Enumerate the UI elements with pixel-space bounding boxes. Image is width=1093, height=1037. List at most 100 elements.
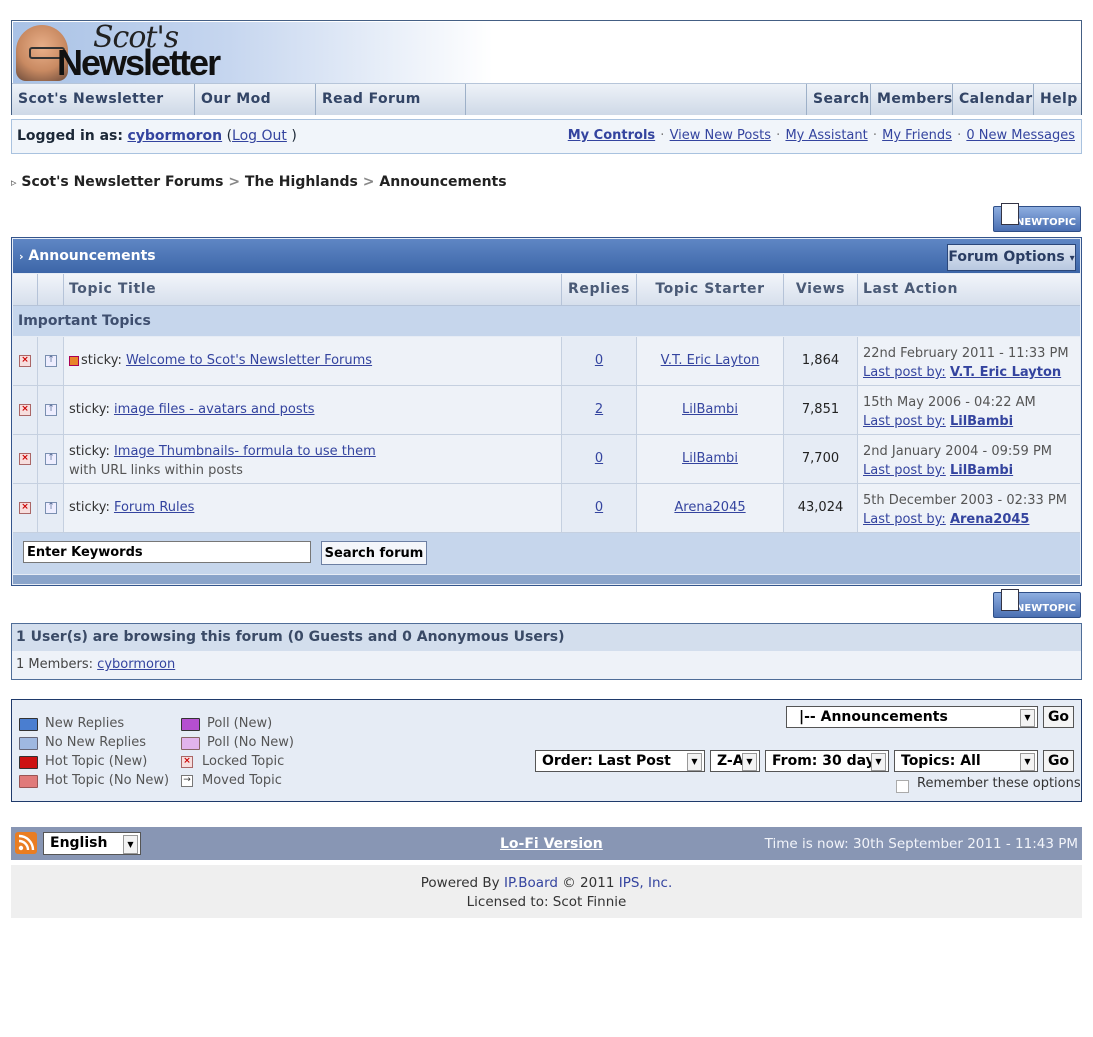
- my-friends-link[interactable]: My Friends: [882, 128, 952, 143]
- member-link[interactable]: cybormoron: [97, 657, 175, 672]
- language-select[interactable]: English ▼: [43, 832, 141, 855]
- order-select[interactable]: Order: Last Post ▼: [535, 750, 705, 772]
- folder-hot-new-icon: [19, 756, 38, 769]
- replies-link[interactable]: 0: [595, 451, 603, 466]
- topics-filter-select[interactable]: Topics: All ▼: [894, 750, 1038, 772]
- language-value: English: [50, 835, 108, 851]
- replies-link[interactable]: 0: [595, 353, 603, 368]
- keyword-search-input[interactable]: [23, 541, 311, 563]
- last-post-link[interactable]: Last post by:: [863, 512, 946, 527]
- nav-help[interactable]: Help: [1034, 84, 1081, 115]
- breadcrumb-item-announcements[interactable]: Announcements: [379, 174, 506, 190]
- last-post-link[interactable]: Last post by:: [863, 463, 946, 478]
- new-messages-link[interactable]: 0 New Messages: [966, 128, 1075, 143]
- nav-calendar[interactable]: Calendar: [953, 84, 1034, 115]
- col-last-action[interactable]: Last Action: [857, 274, 1080, 305]
- from-select[interactable]: From: 30 days ▼: [765, 750, 889, 772]
- topic-title-link[interactable]: Welcome to Scot's Newsletter Forums: [126, 353, 372, 368]
- locked-topic-icon: ×: [19, 355, 31, 367]
- new-topic-label: NEWTOPIC: [1016, 603, 1076, 614]
- pin-icon[interactable]: ↑: [45, 502, 57, 514]
- column-headers: Topic Title Replies Topic Starter Views …: [13, 274, 1080, 306]
- forum-topic-table: › Announcements Forum Options ▾ Topic Ti…: [11, 237, 1082, 586]
- topic-starter-link[interactable]: LilBambi: [682, 402, 738, 417]
- direction-value: Z-A: [717, 753, 744, 769]
- topic-title-link[interactable]: Image Thumbnails- formula to use them: [114, 444, 376, 459]
- replies-link[interactable]: 0: [595, 500, 603, 515]
- licensed-to: Licensed to: Scot Finnie: [466, 894, 627, 910]
- view-new-posts-link[interactable]: View New Posts: [670, 128, 771, 143]
- forum-jump-select[interactable]: |-- Announcements ▼: [786, 706, 1038, 728]
- breadcrumb-arrow-icon: ▹: [11, 176, 17, 189]
- pin-icon[interactable]: ↑: [45, 355, 57, 367]
- lofi-version-link[interactable]: Lo-Fi Version: [500, 836, 603, 852]
- last-poster-link[interactable]: V.T. Eric Layton: [950, 365, 1061, 380]
- document-icon: [1001, 589, 1019, 611]
- legend-locked-topic: Locked Topic: [202, 754, 285, 769]
- site-logo[interactable]: Scot's Newsletter: [13, 20, 493, 83]
- ips-link[interactable]: IPS, Inc.: [619, 875, 673, 891]
- sort-go-button[interactable]: Go: [1043, 750, 1074, 772]
- views-count: 7,700: [783, 435, 857, 483]
- sticky-prefix: sticky:: [69, 500, 110, 515]
- search-forum-button[interactable]: Search forum: [321, 541, 427, 565]
- my-controls-link[interactable]: My Controls: [568, 128, 655, 143]
- nav-mod-team[interactable]: Our Mod Team: [195, 84, 316, 138]
- forum-jump-go-button[interactable]: Go: [1043, 706, 1074, 728]
- topic-starter-link[interactable]: LilBambi: [682, 451, 738, 466]
- username-link[interactable]: cybormoron: [127, 128, 222, 144]
- last-post-link[interactable]: Last post by:: [863, 414, 946, 429]
- locked-topic-icon: ×: [19, 453, 31, 465]
- nav-blog[interactable]: Scot's Newsletter Blog: [12, 84, 195, 138]
- rss-icon[interactable]: [15, 832, 37, 854]
- document-icon: [1001, 203, 1019, 225]
- forum-options-button[interactable]: Forum Options ▾: [947, 244, 1076, 271]
- pin-icon[interactable]: ↑: [45, 453, 57, 465]
- important-topics-header: Important Topics: [13, 306, 1080, 336]
- nav-members[interactable]: Members: [871, 84, 953, 115]
- topic-title-link[interactable]: image files - avatars and posts: [114, 402, 315, 417]
- new-topic-label: NEWTOPIC: [1016, 217, 1076, 228]
- dropdown-arrow-icon: ▼: [871, 753, 886, 771]
- col-replies[interactable]: Replies: [561, 274, 636, 305]
- last-poster-link[interactable]: Arena2045: [950, 512, 1030, 527]
- topics-value: Topics: All: [901, 753, 981, 769]
- table-row: × ↑ sticky: Forum Rules 0 Arena2045 43,0…: [13, 484, 1080, 533]
- breadcrumb-item-forums[interactable]: Scot's Newsletter Forums: [21, 174, 223, 190]
- col-topic-title[interactable]: Topic Title: [63, 274, 561, 305]
- last-action-date: 22nd February 2011 - 11:33 PM: [863, 346, 1069, 361]
- poll-new-icon: [181, 718, 200, 731]
- nav-search[interactable]: Search: [806, 84, 871, 115]
- legend-moved-topic: Moved Topic: [202, 773, 282, 788]
- breadcrumb-sep: >: [362, 174, 375, 190]
- ipboard-link[interactable]: IP.Board: [504, 875, 558, 891]
- new-topic-button-top[interactable]: NEWTOPIC: [993, 203, 1081, 232]
- logout-link[interactable]: Log Out: [232, 128, 287, 144]
- last-poster-link[interactable]: LilBambi: [950, 414, 1013, 429]
- dropdown-arrow-icon: ▼: [1020, 753, 1035, 771]
- footer-bar: English ▼ Lo-Fi Version Time is now: 30t…: [11, 827, 1082, 860]
- my-assistant-link[interactable]: My Assistant: [785, 128, 867, 143]
- locked-topic-icon: ×: [19, 404, 31, 416]
- nav-forum-rules[interactable]: Read Forum Rules: [316, 84, 466, 138]
- topic-starter-link[interactable]: V.T. Eric Layton: [661, 353, 760, 368]
- last-poster-link[interactable]: LilBambi: [950, 463, 1013, 478]
- sort-direction-select[interactable]: Z-A ▼: [710, 750, 760, 772]
- breadcrumb-item-highlands[interactable]: The Highlands: [245, 174, 358, 190]
- members-label: 1 Members:: [16, 657, 94, 672]
- sticky-prefix: sticky:: [81, 353, 122, 368]
- new-topic-button-bottom[interactable]: NEWTOPIC: [993, 589, 1081, 618]
- replies-link[interactable]: 2: [595, 402, 603, 417]
- topic-description: with URL links within posts: [69, 463, 243, 478]
- topic-starter-link[interactable]: Arena2045: [674, 500, 745, 515]
- views-count: 43,024: [783, 484, 857, 532]
- last-post-link[interactable]: Last post by:: [863, 365, 946, 380]
- site-header: Scot's Newsletter Scot's Newsletter Blog…: [11, 20, 1082, 138]
- topic-title-link[interactable]: Forum Rules: [114, 500, 194, 515]
- active-members: 1 Members: cybormoron: [16, 657, 175, 672]
- remember-options-checkbox[interactable]: [896, 780, 909, 793]
- legend-poll-no-new: Poll (No New): [207, 735, 294, 750]
- col-views[interactable]: Views: [783, 274, 857, 305]
- pin-icon[interactable]: ↑: [45, 404, 57, 416]
- col-topic-starter[interactable]: Topic Starter: [636, 274, 783, 305]
